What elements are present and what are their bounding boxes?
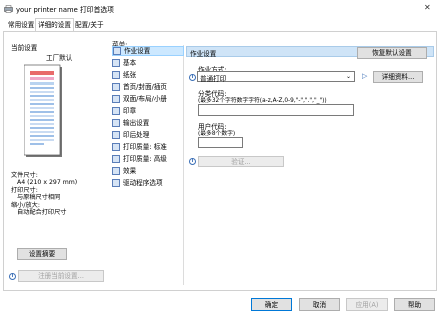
chevron-down-icon: ⌄ [346,73,352,80]
cancel-button[interactable]: 取消 [299,298,340,311]
ok-button[interactable]: 确定 [251,298,292,311]
info-icon: i [9,273,16,280]
output-icon [112,119,120,127]
printer-icon [4,5,13,13]
menu-item-duplex-layout[interactable]: 双面/布局/小册 [112,94,167,104]
stamp-icon [112,107,120,115]
current-settings-label: 当前设置 [11,44,38,52]
register-current-settings-button[interactable]: 注册当前设置... [18,270,104,282]
summary-line: A4 (210 x 297 mm) [17,179,78,187]
menu-item-driver-options[interactable]: 驱动程序选项 [112,178,163,188]
menu-item-paper[interactable]: 纸张 [112,70,136,80]
close-icon[interactable]: ✕ [424,3,431,12]
menu-item-label: 双面/布局/小册 [123,95,168,103]
summary-line: 缩小/放大: [11,201,40,209]
apply-button[interactable]: 应用(A) [346,298,388,311]
summary-line: 自动配合打印尺寸 [17,209,67,217]
menu-item-effects[interactable]: 效果 [112,166,136,176]
summary-line: 文件尺寸: [11,172,38,179]
authenticate-button[interactable]: 验证... [198,156,284,167]
quality-icon [112,143,120,151]
job-type-dropdown[interactable]: 普通打印 ⌄ [197,71,355,83]
menu-item-label: 纸张 [123,71,137,79]
paper-icon [112,71,120,79]
page-preview [23,63,66,161]
driver-options-icon [112,179,120,187]
duplex-icon [112,95,120,103]
menu-item-label: 驱动程序选项 [123,179,163,187]
menu-item-quality-advanced[interactable]: 打印质量: 高级 [112,154,167,164]
menu-list [110,45,184,285]
tab-strip: 常用设置 详细的设置 配置/关于 [0,18,440,31]
menu-item-label: 印后处理 [123,131,150,139]
menu-item-label: 基本 [123,59,137,67]
menu-item-quality-standard[interactable]: 打印质量: 标准 [112,142,167,152]
help-button[interactable]: 帮助 [394,298,435,311]
menu-item-label: 印章 [123,107,137,115]
tab-common-settings[interactable]: 常用设置 [6,20,36,31]
effects-icon [112,167,120,175]
menu-item-label: 打印质量: 高级 [123,155,167,163]
menu-item-job-settings[interactable]: 作业设置 [112,46,184,56]
title-bar: your printer name 打印首选项 ✕ [0,0,440,18]
finishing-icon [112,131,120,139]
menu-item-label: 作业设置 [124,47,151,55]
job-settings-icon [113,47,121,55]
settings-summary-button[interactable]: 设置摘要 [17,248,67,260]
details-button[interactable]: 详细资料... [373,71,423,83]
summary-line: 与原稿尺寸相同 [17,194,61,202]
menu-item-cover-insert[interactable]: 首页/封面/插页 [112,82,167,92]
menu-item-label: 效果 [123,167,137,175]
preset-name: 工厂默认 [46,54,73,62]
classification-code-hint: (最多32个字符数字字符(a-z,A-Z,0-9,"-",".","_")) [198,98,327,104]
menu-item-label: 打印质量: 标准 [123,143,167,151]
classification-code-input[interactable] [198,104,354,116]
menu-item-label: 首页/封面/插页 [123,83,168,91]
user-code-input[interactable] [198,137,243,148]
restore-defaults-button[interactable]: 恢复默认设置 [357,47,427,59]
job-type-value: 普通打印 [200,75,227,83]
job-settings-title: 作业设置 [190,50,217,58]
menu-item-output[interactable]: 输出设置 [112,118,149,128]
menu-item-basic[interactable]: 基本 [112,58,136,68]
cover-icon [112,83,120,91]
window-title: your printer name 打印首选项 [16,6,114,14]
quality-advanced-icon [112,155,120,163]
basic-icon [112,59,120,67]
info-icon: i [189,74,196,81]
menu-item-stamp[interactable]: 印章 [112,106,136,116]
tab-detailed-settings[interactable]: 详细的设置 [35,18,74,31]
tab-config-about[interactable]: 配置/关于 [73,20,106,31]
info-icon: i [189,158,196,165]
settings-summary: 文件尺寸: A4 (210 x 297 mm) 打印尺寸: 与原稿尺寸相同 缩小… [11,172,77,216]
menu-item-label: 输出设置 [123,119,150,127]
arrow-right-icon: ▷ [362,72,368,80]
user-code-hint: (最多8个数字) [198,131,236,137]
menu-item-finishing[interactable]: 印后处理 [112,130,149,140]
